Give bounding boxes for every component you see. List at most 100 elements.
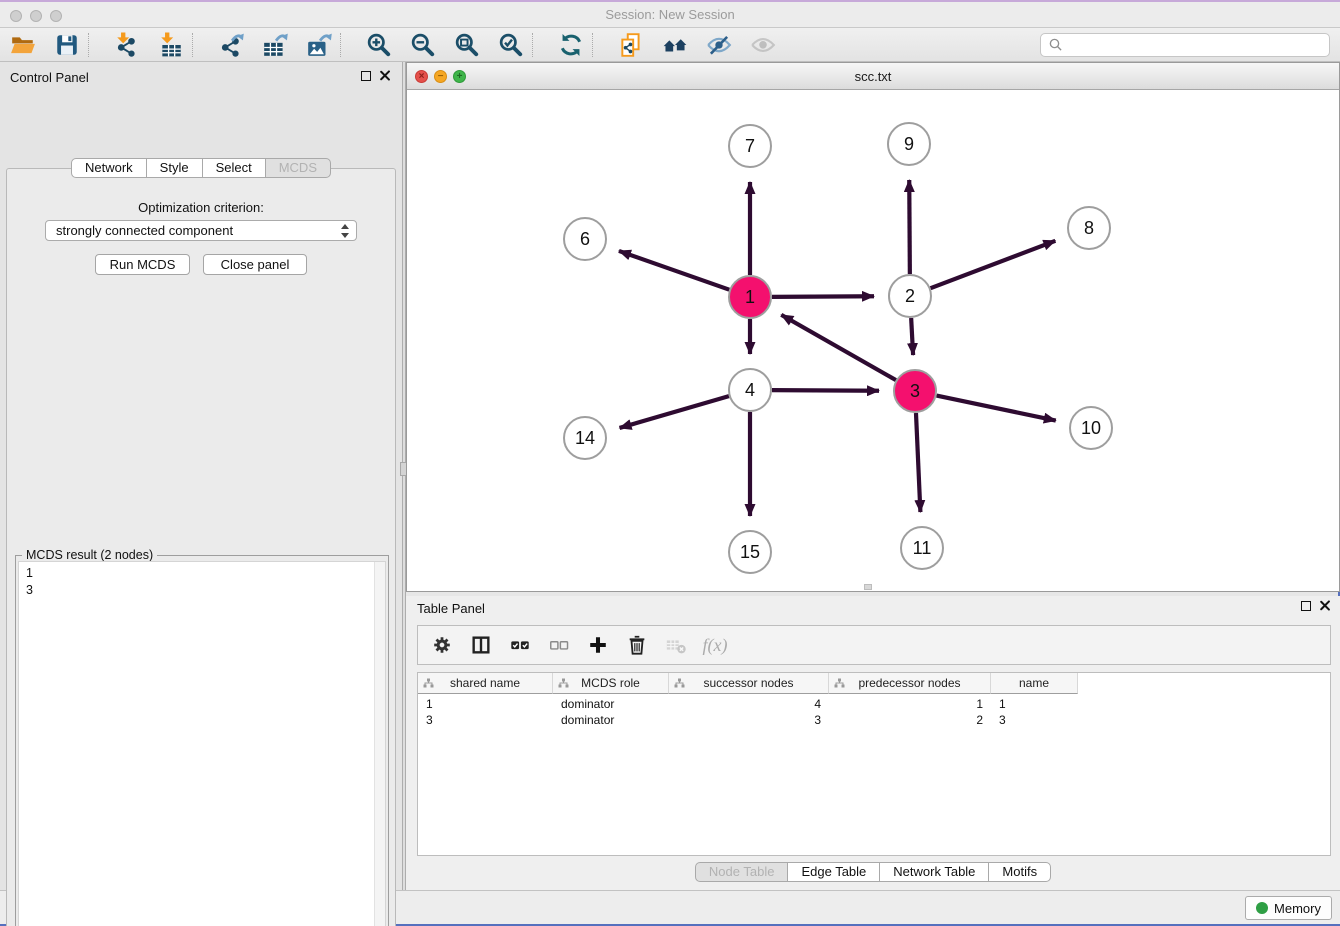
delete-button[interactable] [623, 631, 651, 659]
tab-mcds[interactable]: MCDS [265, 158, 331, 178]
graph-node-4[interactable]: 4 [728, 368, 772, 412]
column-header-shared-name[interactable]: shared name [418, 673, 553, 694]
network-close-button[interactable]: × [415, 70, 428, 83]
search-input[interactable] [1065, 38, 1329, 53]
open-file-icon[interactable] [10, 32, 36, 58]
show-columns-icon[interactable] [470, 634, 492, 656]
close-panel-button[interactable]: Close panel [203, 254, 307, 275]
refresh-button[interactable] [556, 31, 586, 59]
import-table-icon[interactable] [158, 32, 184, 58]
export-network-button[interactable] [216, 31, 246, 59]
select-all-button[interactable] [506, 631, 534, 659]
graph-node-2[interactable]: 2 [888, 274, 932, 318]
select-all-icon[interactable] [509, 634, 531, 656]
edge-3-10[interactable] [937, 396, 1056, 421]
network-maximize-button[interactable]: + [453, 70, 466, 83]
edge-2-9[interactable] [909, 180, 910, 274]
settings-icon[interactable] [431, 634, 453, 656]
open-file-button[interactable] [8, 31, 38, 59]
tab-network-table[interactable]: Network Table [879, 862, 989, 882]
first-neighbors-button[interactable] [660, 31, 690, 59]
settings-button[interactable] [428, 631, 456, 659]
graph-node-15[interactable]: 15 [728, 530, 772, 574]
save-button[interactable] [52, 31, 82, 59]
graph-node-3[interactable]: 3 [893, 369, 937, 413]
table-row[interactable]: 1dominator411 [418, 696, 1078, 712]
graph-node-6[interactable]: 6 [563, 217, 607, 261]
zoom-window-button[interactable] [50, 10, 62, 22]
show-columns-button[interactable] [467, 631, 495, 659]
tab-node-table[interactable]: Node Table [695, 862, 789, 882]
tab-select[interactable]: Select [202, 158, 266, 178]
edge-4-3[interactable] [772, 390, 879, 391]
network-canvas[interactable]: 7 9 6 8 1 2 4 3 14 10 15 11 [407, 90, 1339, 591]
edge-3-11[interactable] [916, 413, 920, 512]
export-image-icon[interactable] [306, 32, 332, 58]
unselect-all-icon[interactable] [548, 634, 570, 656]
add-icon[interactable] [587, 634, 609, 656]
tab-network[interactable]: Network [71, 158, 147, 178]
tab-style[interactable]: Style [146, 158, 203, 178]
edge-2-3[interactable] [911, 318, 913, 355]
graph-node-7[interactable]: 7 [728, 124, 772, 168]
open-network-file-icon[interactable] [618, 32, 644, 58]
zoom-selected-icon[interactable] [498, 32, 524, 58]
zoom-fit-button[interactable] [452, 31, 482, 59]
show-all-button[interactable] [748, 31, 778, 59]
zoom-in-icon[interactable] [366, 32, 392, 58]
import-network-icon[interactable] [114, 32, 140, 58]
export-table-icon[interactable] [262, 32, 288, 58]
network-minimize-button[interactable]: − [434, 70, 447, 83]
zoom-out-icon[interactable] [410, 32, 436, 58]
tab-motifs[interactable]: Motifs [988, 862, 1051, 882]
edge-1-2[interactable] [772, 296, 874, 297]
canvas-resize-grip[interactable] [864, 584, 872, 590]
graph-node-11[interactable]: 11 [900, 526, 944, 570]
zoom-out-button[interactable] [408, 31, 438, 59]
column-header-name[interactable]: name [991, 673, 1078, 694]
export-network-icon[interactable] [218, 32, 244, 58]
close-table-panel-icon[interactable] [1319, 600, 1330, 611]
column-header-predecessor-nodes[interactable]: predecessor nodes [829, 673, 991, 694]
graph-node-1[interactable]: 1 [728, 275, 772, 319]
run-mcds-button[interactable]: Run MCDS [95, 254, 190, 275]
table-row[interactable]: 3dominator323 [418, 712, 1078, 728]
hide-selected-button[interactable] [704, 31, 734, 59]
zoom-in-button[interactable] [364, 31, 394, 59]
close-window-button[interactable] [10, 10, 22, 22]
export-table-button[interactable] [260, 31, 290, 59]
graph-node-9[interactable]: 9 [887, 122, 931, 166]
zoom-selected-button[interactable] [496, 31, 526, 59]
zoom-fit-icon[interactable] [454, 32, 480, 58]
edge-4-14[interactable] [620, 396, 729, 428]
result-scrollbar[interactable] [374, 562, 385, 926]
minimize-window-button[interactable] [30, 10, 42, 22]
float-table-panel-button[interactable] [1301, 601, 1311, 611]
graph-node-10[interactable]: 10 [1069, 406, 1113, 450]
edge-3-1[interactable] [781, 315, 896, 380]
delete-icon[interactable] [626, 634, 648, 656]
import-table-button[interactable] [156, 31, 186, 59]
delete-table-button[interactable] [662, 631, 690, 659]
network-window-titlebar[interactable]: × − + scc.txt [407, 63, 1339, 90]
hide-selected-icon[interactable] [706, 32, 732, 58]
close-panel-icon[interactable] [379, 70, 390, 81]
first-neighbors-icon[interactable] [662, 32, 688, 58]
refresh-icon[interactable] [558, 32, 584, 58]
column-header-MCDS-role[interactable]: MCDS role [553, 673, 669, 694]
edge-1-6[interactable] [619, 251, 729, 290]
mcds-result-textarea[interactable]: 1 3 [18, 561, 386, 926]
search-field[interactable] [1040, 33, 1330, 57]
export-image-button[interactable] [304, 31, 334, 59]
node-table[interactable]: shared nameMCDS rolesuccessor nodesprede… [417, 672, 1331, 856]
add-button[interactable] [584, 631, 612, 659]
edge-2-8[interactable] [931, 241, 1056, 288]
graph-node-8[interactable]: 8 [1067, 206, 1111, 250]
function-builder-button[interactable]: f(x) [701, 631, 729, 659]
graph-node-14[interactable]: 14 [563, 416, 607, 460]
import-network-button[interactable] [112, 31, 142, 59]
optimization-criterion-select[interactable]: strongly connected component [45, 220, 357, 241]
float-panel-button[interactable] [361, 71, 371, 81]
tab-edge-table[interactable]: Edge Table [787, 862, 880, 882]
save-icon[interactable] [54, 32, 80, 58]
